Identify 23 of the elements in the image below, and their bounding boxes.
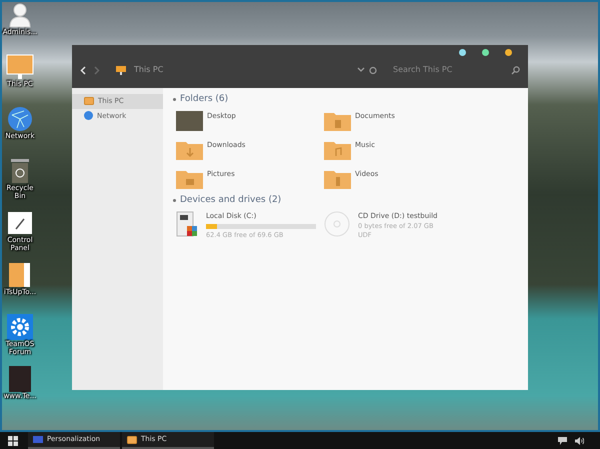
windows-logo-icon[interactable]	[8, 436, 18, 446]
bullet-icon	[173, 198, 176, 202]
search-icon[interactable]	[511, 66, 520, 74]
section-heading[interactable]: Folders (6)	[180, 93, 228, 106]
bullet-icon	[173, 98, 176, 102]
section-heading[interactable]: Devices and drives (2)	[180, 194, 282, 207]
gear-icon[interactable]	[7, 314, 33, 340]
back-icon[interactable]	[80, 66, 86, 74]
window-control-dot[interactable]	[505, 49, 512, 56]
window-control-dot[interactable]	[482, 49, 489, 56]
chevron-down-icon[interactable]	[357, 67, 365, 73]
refresh-icon[interactable]	[369, 66, 377, 74]
message-icon[interactable]	[558, 436, 567, 444]
speaker-icon[interactable]	[575, 436, 584, 444]
control-panel-icon[interactable]	[7, 210, 33, 236]
folder-icon[interactable]	[8, 262, 32, 288]
user-icon[interactable]	[9, 2, 31, 28]
window-control-dot[interactable]	[459, 49, 466, 56]
search-field[interactable]: Search This PC	[393, 64, 503, 76]
hard-drive-icon[interactable]	[176, 211, 198, 237]
breadcrumb[interactable]: This PC	[134, 64, 164, 76]
trash-bin-icon[interactable]	[9, 158, 31, 184]
desktop-folder-icon[interactable]	[176, 110, 203, 130]
